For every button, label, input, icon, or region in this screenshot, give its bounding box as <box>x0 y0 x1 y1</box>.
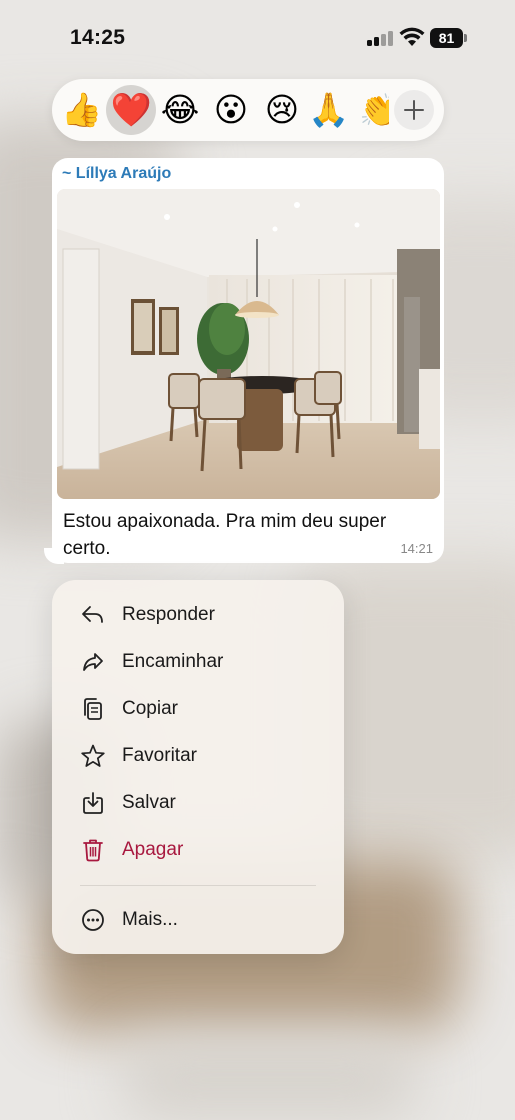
forward-icon <box>83 653 103 671</box>
cellular-signal-icon <box>367 30 393 46</box>
add-reaction-plus-icon[interactable] <box>394 90 434 130</box>
message-timestamp: 14:21 <box>400 541 433 556</box>
menu-label-more: Mais... <box>122 909 178 930</box>
battery-icon: 81 <box>430 28 463 48</box>
dining-room-photo <box>57 189 440 499</box>
menu-item-more[interactable]: Mais... <box>52 897 344 941</box>
surprised-reaction[interactable]: 😮 <box>211 90 251 130</box>
battery-tip <box>464 34 467 42</box>
reaction-bar: 👍 ❤️ 😂 😮 😢 🙏 👏 <box>52 79 444 141</box>
menu-label-reply: Responder <box>122 604 215 625</box>
message-bubble[interactable]: ~ Líllya Araújo Estou apaixonada. Pra mi… <box>52 158 444 563</box>
copy-icon <box>84 698 102 720</box>
laughing-reaction[interactable]: 😂 <box>160 90 200 130</box>
message-context-menu: Responder Encaminhar Copiar Favoritar Sa… <box>52 580 344 954</box>
menu-label-save: Salvar <box>122 792 176 813</box>
message-text[interactable]: Estou apaixonada. Pra mim deu super cert… <box>63 508 423 562</box>
crying-reaction[interactable]: 😢 <box>262 90 302 130</box>
message-photo[interactable] <box>57 189 440 499</box>
reply-icon <box>82 606 103 623</box>
menu-label-favorite: Favoritar <box>122 745 197 766</box>
menu-item-forward[interactable]: Encaminhar <box>52 639 344 683</box>
sender-name[interactable]: ~ Líllya Araújo <box>62 165 171 183</box>
heart-reaction[interactable]: ❤️ <box>106 85 156 135</box>
more-ellipsis-icon <box>82 909 104 931</box>
menu-label-copy: Copiar <box>122 698 178 719</box>
wifi-icon <box>399 27 425 46</box>
star-icon <box>81 744 105 767</box>
menu-label-forward: Encaminhar <box>122 651 224 672</box>
trash-icon <box>83 839 103 862</box>
menu-divider <box>80 885 316 886</box>
menu-label-delete: Apagar <box>122 839 184 860</box>
menu-item-reply[interactable]: Responder <box>52 592 344 636</box>
praying-hands-reaction[interactable]: 🙏 <box>308 90 349 130</box>
menu-item-save[interactable]: Salvar <box>52 780 344 824</box>
thumbs-up-reaction[interactable]: 👍 <box>61 90 102 130</box>
menu-item-copy[interactable]: Copiar <box>52 686 344 730</box>
menu-item-favorite[interactable]: Favoritar <box>52 733 344 777</box>
save-download-icon <box>83 792 103 814</box>
menu-item-delete[interactable]: Apagar <box>52 827 344 871</box>
status-bar: 14:25 81 <box>0 0 515 76</box>
status-time: 14:25 <box>70 26 126 49</box>
clapping-reaction[interactable]: 👏 <box>359 90 389 130</box>
